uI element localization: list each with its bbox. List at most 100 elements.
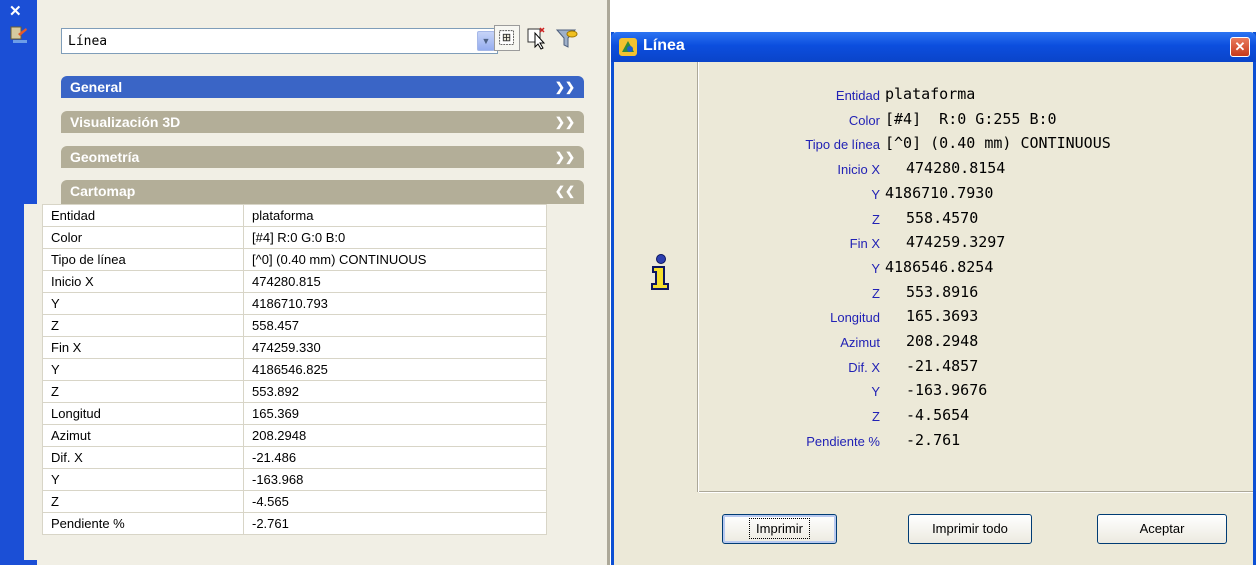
- property-value[interactable]: 553.892: [243, 380, 547, 403]
- info-value: 474259.3297: [906, 233, 1006, 251]
- property-value[interactable]: -21.486: [243, 446, 547, 469]
- section-cartomap-label: Cartomap: [70, 183, 136, 199]
- palette-border: [607, 0, 610, 565]
- table-row[interactable]: Dif. X -21.486: [42, 446, 547, 469]
- print-button[interactable]: Imprimir: [722, 514, 837, 544]
- info-label: Z: [872, 212, 880, 227]
- info-value: [^0] (0.40 mm) CONTINUOUS: [885, 134, 1111, 152]
- info-label-wrap: Dif. X: [700, 357, 880, 381]
- section-geometria-label: Geometría: [70, 149, 140, 165]
- info-value: 208.2948: [906, 332, 979, 350]
- info-value: -2.761: [906, 431, 961, 449]
- dialog-titlebar: Línea ✕: [611, 32, 1256, 62]
- property-value[interactable]: 208.2948: [243, 424, 547, 447]
- info-label: Longitud: [830, 310, 880, 325]
- section-general[interactable]: General ❯❯: [61, 76, 584, 98]
- property-value[interactable]: plataforma: [243, 204, 547, 227]
- info-label: Azimut: [840, 335, 880, 350]
- section-general-label: General: [70, 79, 123, 95]
- property-name: Y: [42, 292, 244, 315]
- info-label: Fin X: [849, 236, 880, 251]
- table-row[interactable]: Azimut 208.2948: [42, 424, 547, 447]
- info-label: Y: [871, 187, 880, 202]
- close-icon[interactable]: ✕: [9, 4, 22, 19]
- quick-select-icon[interactable]: [494, 25, 520, 51]
- close-icon[interactable]: ✕: [1230, 37, 1250, 57]
- info-label: Dif. X: [848, 360, 880, 375]
- table-gutter: [24, 204, 42, 560]
- table-row[interactable]: Pendiente % -2.761: [42, 512, 547, 535]
- property-value[interactable]: [^0] (0.40 mm) CONTINUOUS: [243, 248, 547, 271]
- info-label: Pendiente %: [806, 434, 880, 449]
- property-value[interactable]: -163.968: [243, 468, 547, 491]
- table-row[interactable]: Color [#4] R:0 G:0 B:0: [42, 226, 547, 249]
- section-visualizacion-3d[interactable]: Visualización 3D ❯❯: [61, 111, 584, 133]
- section-vis3d-label: Visualización 3D: [70, 114, 181, 130]
- property-value[interactable]: 474280.815: [243, 270, 547, 293]
- chevron-up-icon: ❮❮: [554, 184, 575, 198]
- section-geometria[interactable]: Geometría ❯❯: [61, 146, 584, 168]
- chevron-down-icon[interactable]: ▼: [477, 31, 495, 51]
- property-name: Z: [42, 490, 244, 513]
- info-value: -163.9676: [906, 381, 988, 399]
- property-name: Color: [42, 226, 244, 249]
- info-value: 165.3693: [906, 307, 979, 325]
- table-row[interactable]: Longitud 165.369: [42, 402, 547, 425]
- property-name: Fin X: [42, 336, 244, 359]
- table-row[interactable]: Inicio X 474280.815: [42, 270, 547, 293]
- property-value[interactable]: -4.565: [243, 490, 547, 513]
- info-label: Z: [872, 409, 880, 424]
- app-icon: [619, 38, 637, 56]
- info-label-wrap: Longitud: [700, 307, 880, 331]
- table-row[interactable]: Z -4.565: [42, 490, 547, 513]
- table-row[interactable]: Tipo de línea [^0] (0.40 mm) CONTINUOUS: [42, 248, 547, 271]
- table-row[interactable]: Y 4186546.825: [42, 358, 547, 381]
- dialog-divider: [697, 62, 699, 492]
- property-name: Azimut: [42, 424, 244, 447]
- object-type-select[interactable]: Línea ▼: [61, 28, 498, 54]
- info-label-wrap: Fin X: [700, 233, 880, 257]
- dialog-title: Línea: [643, 37, 685, 54]
- property-value[interactable]: -2.761: [243, 512, 547, 535]
- print-all-button[interactable]: Imprimir todo: [908, 514, 1032, 544]
- property-value[interactable]: 165.369: [243, 402, 547, 425]
- info-value: 553.8916: [906, 283, 979, 301]
- info-label-wrap: Tipo de línea: [700, 134, 880, 158]
- property-name: Longitud: [42, 402, 244, 425]
- info-label-wrap: Inicio X: [700, 159, 880, 183]
- section-cartomap[interactable]: Cartomap ❮❮: [61, 180, 584, 204]
- property-value[interactable]: 474259.330: [243, 336, 547, 359]
- table-row[interactable]: Y 4186710.793: [42, 292, 547, 315]
- info-label-wrap: Color: [700, 110, 880, 134]
- info-label: Inicio X: [837, 162, 880, 177]
- table-row[interactable]: Z 553.892: [42, 380, 547, 403]
- info-label-wrap: Azimut: [700, 332, 880, 356]
- property-name: Pendiente %: [42, 512, 244, 535]
- property-value[interactable]: [#4] R:0 G:0 B:0: [243, 226, 547, 249]
- info-value: 474280.8154: [906, 159, 1006, 177]
- info-value: 4186710.7930: [885, 184, 994, 202]
- dialog-separator: [699, 491, 1253, 493]
- property-value[interactable]: 4186546.825: [243, 358, 547, 381]
- info-label-wrap: Y: [700, 258, 880, 282]
- info-value: -21.4857: [906, 357, 979, 375]
- property-value[interactable]: 4186710.793: [243, 292, 547, 315]
- property-name: Dif. X: [42, 446, 244, 469]
- select-objects-icon[interactable]: [524, 25, 550, 51]
- table-row[interactable]: Z 558.457: [42, 314, 547, 337]
- accept-button[interactable]: Aceptar: [1097, 514, 1227, 544]
- table-row[interactable]: Fin X 474259.330: [42, 336, 547, 359]
- info-label: Tipo de línea: [805, 137, 880, 152]
- chevron-down-icon: ❯❯: [554, 80, 575, 94]
- info-value: 4186546.8254: [885, 258, 994, 276]
- info-label: Y: [871, 384, 880, 399]
- properties-icon[interactable]: [9, 24, 29, 44]
- chevron-down-icon: ❯❯: [554, 150, 575, 164]
- info-label-wrap: Y: [700, 184, 880, 208]
- property-value[interactable]: 558.457: [243, 314, 547, 337]
- object-type-value: Línea: [68, 34, 108, 49]
- table-row[interactable]: Entidad plataforma: [42, 204, 547, 227]
- filter-icon[interactable]: [554, 25, 580, 51]
- table-row[interactable]: Y -163.968: [42, 468, 547, 491]
- info-label-wrap: Z: [700, 406, 880, 430]
